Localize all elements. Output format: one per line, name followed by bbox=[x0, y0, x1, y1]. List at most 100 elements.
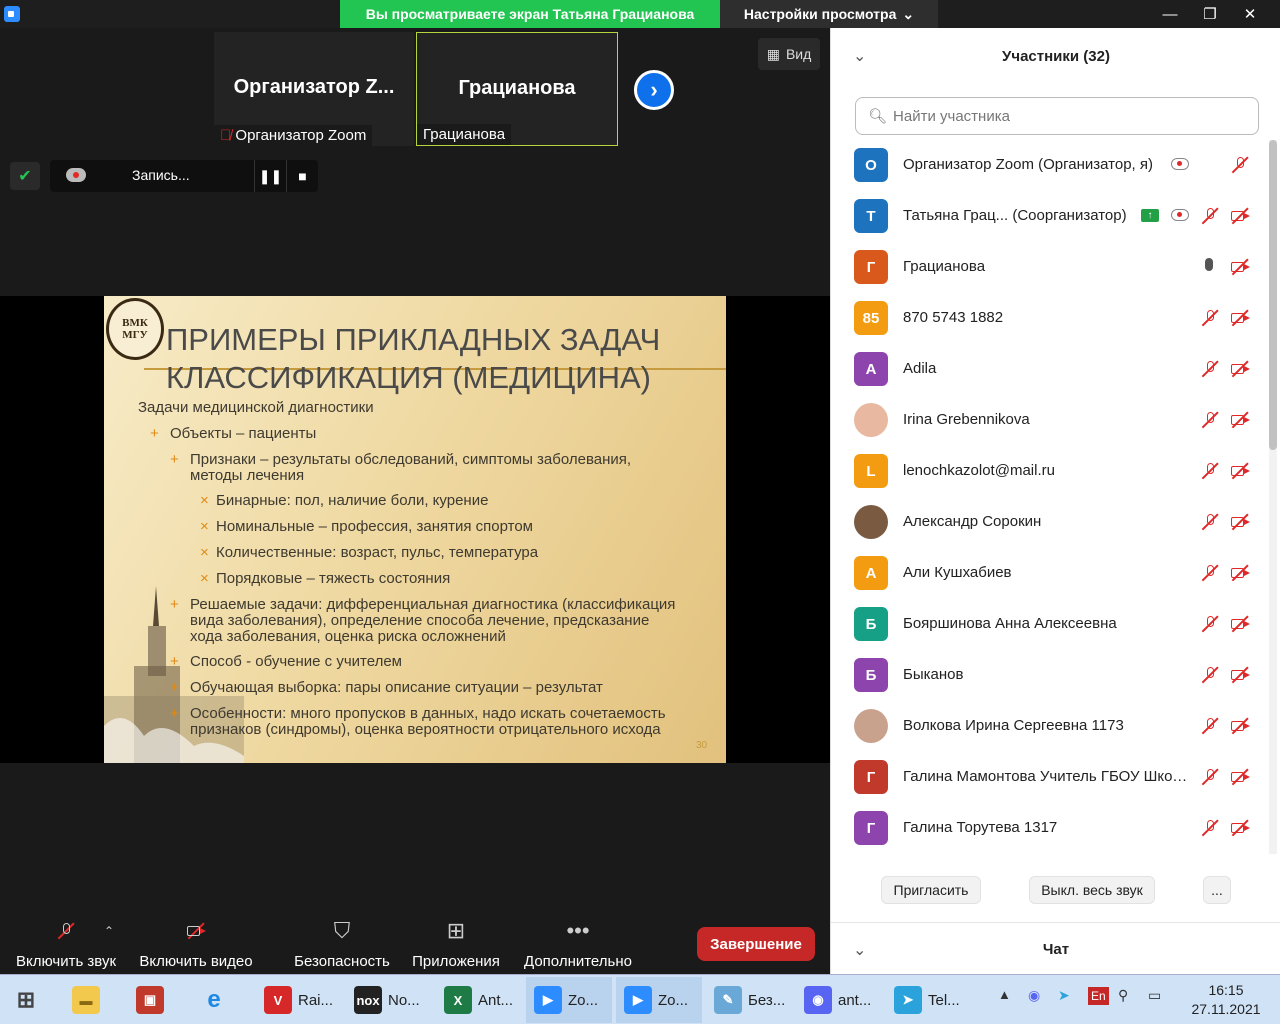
app-icon: ▶ bbox=[624, 986, 652, 1014]
participant-list-scrollbar[interactable] bbox=[1269, 140, 1277, 854]
participant-row[interactable]: Т Татьяна Грац... (Соорганизатор) ↑ bbox=[831, 191, 1267, 242]
taskbar-clock[interactable]: 16:15 27.11.2021 bbox=[1180, 981, 1272, 1019]
video-off-icon[interactable] bbox=[1229, 257, 1251, 277]
participant-row[interactable]: Г Грацианова bbox=[831, 242, 1267, 293]
mic-on-icon[interactable] bbox=[1205, 258, 1213, 271]
mic-muted-icon[interactable] bbox=[1229, 155, 1251, 175]
taskbar-app-label: Rai... bbox=[298, 991, 334, 1009]
invite-button[interactable]: Пригласить bbox=[881, 876, 981, 904]
start-button[interactable]: ⊞ bbox=[8, 977, 40, 1023]
view-button[interactable]: ▦ Вид bbox=[758, 38, 820, 70]
participant-row[interactable]: О Организатор Zoom (Организатор, я) bbox=[831, 140, 1267, 191]
participant-row[interactable]: Александр Сорокин bbox=[831, 497, 1267, 548]
participant-row[interactable]: Г Галина Мамонтова Учитель ГБОУ Школа 1..… bbox=[831, 752, 1267, 803]
stop-recording-button[interactable]: ■ bbox=[286, 160, 318, 192]
mic-muted-icon[interactable] bbox=[1199, 818, 1221, 838]
bullet-text: признаков (синдромы), оценка вероятности… bbox=[190, 721, 661, 738]
apps-button[interactable]: ⊞ Приложения bbox=[406, 912, 506, 974]
security-button[interactable]: ⛉ Безопасность bbox=[290, 912, 394, 974]
participant-name: Irina Grebennikova bbox=[903, 411, 1030, 428]
video-tile-host[interactable]: Организатор Z... 🎙̸ Организатор Zoom bbox=[214, 32, 414, 146]
tile-name: Грацианова bbox=[458, 77, 576, 99]
mic-muted-icon[interactable] bbox=[1199, 767, 1221, 787]
video-off-icon[interactable] bbox=[1229, 614, 1251, 634]
mic-muted-icon[interactable] bbox=[1199, 461, 1221, 481]
taskbar-app[interactable]: ➤ Tel... bbox=[886, 977, 972, 1023]
taskbar-app[interactable]: X Ant... bbox=[436, 977, 522, 1023]
chevron-down-icon: ⌄ bbox=[902, 5, 915, 22]
recording-bar: Запись... ❚❚ ■ bbox=[50, 160, 318, 192]
mic-muted-icon[interactable] bbox=[1199, 665, 1221, 685]
video-off-icon bbox=[182, 917, 210, 945]
participant-name: Организатор Zoom (Организатор, я) bbox=[903, 156, 1153, 173]
audio-options-chevron-icon[interactable]: ⌃ bbox=[104, 924, 114, 938]
video-off-icon[interactable] bbox=[1229, 308, 1251, 328]
video-off-icon[interactable] bbox=[1229, 206, 1251, 226]
taskbar-app[interactable]: nox No... bbox=[346, 977, 432, 1023]
participant-row[interactable]: Б Бояршинова Анна Алексеевна bbox=[831, 599, 1267, 650]
end-meeting-button[interactable]: Завершение bbox=[697, 927, 815, 961]
mute-all-button[interactable]: Выкл. весь звук bbox=[1029, 876, 1155, 904]
participant-row[interactable]: 85 870 5743 1882 bbox=[831, 293, 1267, 344]
minimize-icon[interactable]: — bbox=[1150, 0, 1190, 28]
floppy-icon: ▣ bbox=[136, 986, 164, 1014]
more-button[interactable]: ••• Дополнительно bbox=[518, 912, 638, 974]
bullet-text: вида заболевания), определение способа л… bbox=[190, 612, 650, 629]
tray-expand-icon[interactable]: ▲ bbox=[998, 987, 1011, 1002]
unmute-button[interactable]: Включить звук bbox=[8, 912, 124, 974]
video-tile-speaker[interactable]: Грацианова Грацианова bbox=[416, 32, 618, 146]
video-off-icon[interactable] bbox=[1229, 512, 1251, 532]
close-icon[interactable]: ✕ bbox=[1230, 0, 1270, 28]
video-off-icon[interactable] bbox=[1229, 716, 1251, 736]
pause-recording-button[interactable]: ❚❚ bbox=[254, 160, 286, 192]
tray-telegram-icon[interactable]: ➤ bbox=[1058, 987, 1070, 1004]
tray-network-icon[interactable]: ⚲ bbox=[1118, 987, 1128, 1004]
language-indicator[interactable]: En bbox=[1088, 987, 1109, 1005]
taskbar-app[interactable]: ▶ Zo... bbox=[526, 977, 612, 1023]
taskbar-save-app[interactable]: ▣ bbox=[128, 977, 164, 1023]
video-off-icon[interactable] bbox=[1229, 410, 1251, 430]
video-off-icon[interactable] bbox=[1229, 461, 1251, 481]
video-off-icon[interactable] bbox=[1229, 359, 1251, 379]
mic-muted-icon[interactable] bbox=[1199, 563, 1221, 583]
participant-row[interactable]: А Али Кушхабиев bbox=[831, 548, 1267, 599]
tray-discord-icon[interactable]: ◉ bbox=[1028, 987, 1040, 1004]
divider bbox=[831, 922, 1280, 923]
participant-row[interactable]: Б Быканов bbox=[831, 650, 1267, 701]
scrollbar-thumb[interactable] bbox=[1269, 140, 1277, 450]
mic-muted-icon[interactable] bbox=[1199, 359, 1221, 379]
mic-muted-icon[interactable] bbox=[1199, 614, 1221, 634]
participant-row[interactable]: Г Галина Торутева 1317 bbox=[831, 803, 1267, 854]
bullet-text: хода заболевания, оценка риска осложнени… bbox=[190, 628, 506, 645]
video-off-icon[interactable] bbox=[1229, 818, 1251, 838]
next-page-button[interactable]: › bbox=[634, 70, 674, 110]
mic-muted-icon[interactable] bbox=[1199, 512, 1221, 532]
mic-muted-icon[interactable] bbox=[1199, 410, 1221, 430]
participant-row[interactable]: Волкова Ирина Сергеевна 1173 bbox=[831, 701, 1267, 752]
participant-avatar: Б bbox=[854, 607, 888, 641]
taskbar-app[interactable]: ✎ Без... bbox=[706, 977, 792, 1023]
mic-muted-icon[interactable] bbox=[1199, 206, 1221, 226]
video-off-icon[interactable] bbox=[1229, 563, 1251, 583]
participant-row[interactable]: Llenochkazolot@mail.ru bbox=[831, 446, 1267, 497]
mic-muted-icon[interactable] bbox=[1199, 716, 1221, 736]
taskbar-explorer[interactable]: ▬ bbox=[64, 977, 100, 1023]
view-settings-button[interactable]: Настройки просмотра ⌄ bbox=[720, 0, 938, 28]
taskbar-app[interactable]: ◉ ant... bbox=[796, 977, 882, 1023]
participant-search-input[interactable]: 🔍︎ Найти участника bbox=[855, 97, 1259, 135]
video-off-icon[interactable] bbox=[1229, 767, 1251, 787]
tray-display-icon[interactable]: ▭ bbox=[1148, 987, 1161, 1004]
mic-muted-icon[interactable] bbox=[1199, 308, 1221, 328]
start-video-button[interactable]: Включить видео bbox=[134, 912, 258, 974]
encryption-shield-icon[interactable]: ✔ bbox=[10, 162, 40, 190]
participant-row[interactable]: A Adila bbox=[831, 344, 1267, 395]
participant-avatar: Г bbox=[854, 250, 888, 284]
taskbar-app[interactable]: V Rai... bbox=[256, 977, 342, 1023]
panel-more-button[interactable]: ... bbox=[1203, 876, 1231, 904]
participant-row[interactable]: Irina Grebennikova bbox=[831, 395, 1267, 446]
taskbar-ie[interactable]: e bbox=[192, 977, 228, 1023]
more-label: Дополнительно bbox=[524, 953, 632, 970]
taskbar-app[interactable]: ▶ Zo... bbox=[616, 977, 702, 1023]
restore-icon[interactable]: ❐ bbox=[1190, 0, 1230, 28]
video-off-icon[interactable] bbox=[1229, 665, 1251, 685]
